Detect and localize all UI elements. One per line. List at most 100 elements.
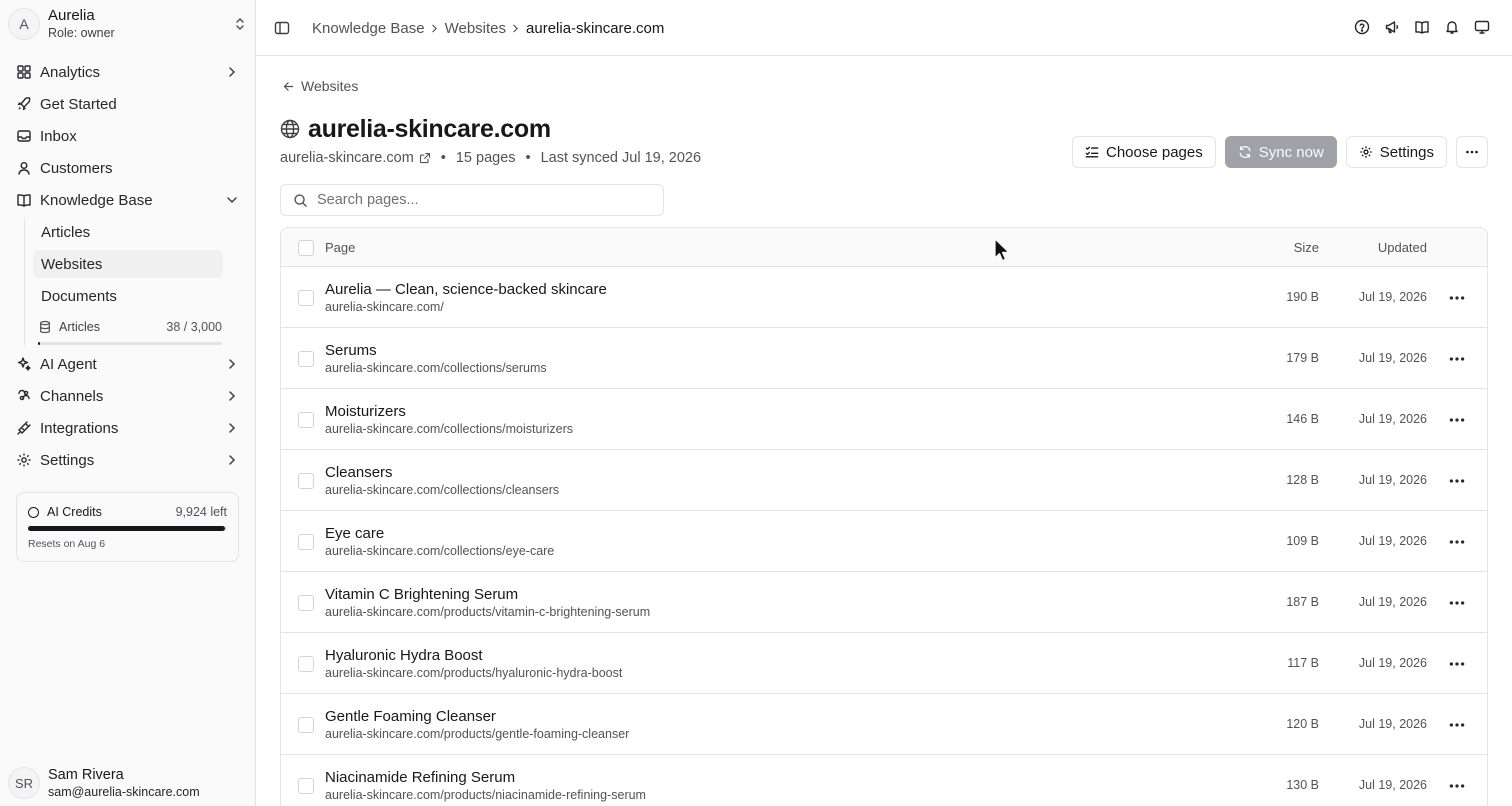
external-link-icon[interactable] xyxy=(419,152,431,164)
more-horizontal-icon[interactable] xyxy=(1447,593,1467,613)
credits-progress xyxy=(28,526,227,531)
site-meta: aurelia-skincare.com • 15 pages • Last s… xyxy=(280,149,701,167)
nav-inbox[interactable]: Inbox xyxy=(8,122,248,150)
table-row[interactable]: Niacinamide Refining Serum aurelia-skinca… xyxy=(281,755,1487,806)
book-open-icon[interactable] xyxy=(1414,19,1430,35)
search-input[interactable] xyxy=(317,192,637,208)
nav-customers[interactable]: Customers xyxy=(8,154,248,182)
breadcrumb-websites[interactable]: Websites xyxy=(445,20,506,37)
more-horizontal-icon xyxy=(1466,150,1478,154)
sidebar-toggle-icon[interactable] xyxy=(274,20,290,36)
quota-progress xyxy=(38,342,222,345)
inbox-icon xyxy=(17,130,31,142)
row-checkbox[interactable] xyxy=(298,717,314,733)
user-icon xyxy=(18,162,30,175)
chevron-right-icon xyxy=(513,24,519,32)
nav-sub-documents[interactable]: Documents xyxy=(33,282,223,310)
page-url-cell: aurelia-skincare.com/collections/serums xyxy=(325,361,547,375)
channels-icon xyxy=(18,389,30,401)
page-url-cell: aurelia-skincare.com/collections/moistur… xyxy=(325,422,573,436)
table-body: Aurelia — Clean, science-backed skincare… xyxy=(281,267,1487,806)
more-horizontal-icon[interactable] xyxy=(1447,715,1467,735)
page-size-cell: 109 B xyxy=(1286,534,1319,548)
table-row[interactable]: Aurelia — Clean, science-backed skincare… xyxy=(281,267,1487,328)
back-link[interactable]: Websites xyxy=(282,77,358,95)
nav-analytics[interactable]: Analytics xyxy=(8,58,248,86)
chevron-right-icon xyxy=(229,455,236,465)
nav-sub-articles-label: Articles xyxy=(41,223,91,241)
breadcrumb-knowledge-base[interactable]: Knowledge Base xyxy=(312,20,425,37)
nav-integrations[interactable]: Integrations xyxy=(8,414,248,442)
row-checkbox[interactable] xyxy=(298,412,314,428)
more-horizontal-icon[interactable] xyxy=(1447,776,1467,796)
breadcrumb: Knowledge Base Websites aurelia-skincare… xyxy=(312,18,664,38)
choose-pages-label: Choose pages xyxy=(1106,143,1203,161)
row-checkbox[interactable] xyxy=(298,656,314,672)
settings-button[interactable]: Settings xyxy=(1345,136,1447,168)
more-horizontal-icon[interactable] xyxy=(1447,471,1467,491)
meta-separator: • xyxy=(440,150,446,166)
user-email: sam@aurelia-skincare.com xyxy=(48,784,200,799)
table-row[interactable]: Cleansers aurelia-skincare.com/collection… xyxy=(281,450,1487,511)
row-checkbox[interactable] xyxy=(298,351,314,367)
choose-pages-button[interactable]: Choose pages xyxy=(1072,136,1216,168)
user-menu[interactable]: SR Sam Rivera sam@aurelia-skincare.com xyxy=(8,766,248,800)
chevron-right-icon xyxy=(229,391,236,401)
submenu-guide-line xyxy=(24,218,25,346)
meta-separator: • xyxy=(525,150,531,166)
megaphone-icon[interactable] xyxy=(1384,19,1400,35)
select-all-checkbox[interactable] xyxy=(298,240,314,256)
page-updated-cell: Jul 19, 2026 xyxy=(1358,595,1427,609)
table-row[interactable]: Gentle Foaming Cleanser aurelia-skincare.… xyxy=(281,694,1487,755)
row-checkbox[interactable] xyxy=(298,778,314,794)
table-row[interactable]: Eye care aurelia-skincare.com/collections… xyxy=(281,511,1487,572)
bell-icon[interactable] xyxy=(1444,19,1460,35)
table-row[interactable]: Moisturizers aurelia-skincare.com/collect… xyxy=(281,389,1487,450)
page-title-cell: Aurelia — Clean, science-backed skincare xyxy=(325,281,607,298)
nav-sub-websites[interactable]: Websites xyxy=(33,250,223,278)
workspace-name: Aurelia xyxy=(48,7,95,24)
workspace-avatar: A xyxy=(8,8,40,40)
column-page[interactable]: Page xyxy=(325,240,355,255)
help-circle-icon[interactable] xyxy=(1354,19,1370,35)
gear-icon xyxy=(1360,146,1372,158)
more-horizontal-icon[interactable] xyxy=(1447,532,1467,552)
more-horizontal-icon[interactable] xyxy=(1447,410,1467,430)
row-checkbox[interactable] xyxy=(298,595,314,611)
quota-count: 38 / 3,000 xyxy=(166,320,222,334)
more-horizontal-icon[interactable] xyxy=(1447,654,1467,674)
table-row[interactable]: Hyaluronic Hydra Boost aurelia-skincare.c… xyxy=(281,633,1487,694)
row-checkbox[interactable] xyxy=(298,534,314,550)
user-name: Sam Rivera xyxy=(48,766,124,783)
nav-analytics-label: Analytics xyxy=(40,63,101,81)
globe-icon xyxy=(280,119,300,139)
more-actions-button[interactable] xyxy=(1456,136,1488,168)
nav-get-started[interactable]: Get Started xyxy=(8,90,248,118)
more-horizontal-icon[interactable] xyxy=(1447,349,1467,369)
sync-now-button[interactable]: Sync now xyxy=(1224,136,1337,168)
page-size-cell: 130 B xyxy=(1286,778,1319,792)
nav-sub-articles[interactable]: Articles xyxy=(33,218,223,246)
top-actions xyxy=(1354,19,1490,35)
nav-ai-agent[interactable]: AI Agent xyxy=(8,350,248,378)
site-domain-link[interactable]: aurelia-skincare.com xyxy=(280,150,414,166)
more-horizontal-icon[interactable] xyxy=(1447,288,1467,308)
row-checkbox[interactable] xyxy=(298,290,314,306)
page-url-cell: aurelia-skincare.com/collections/eye-car… xyxy=(325,544,555,558)
table-row[interactable]: Serums aurelia-skincare.com/collections/s… xyxy=(281,328,1487,389)
nav-settings[interactable]: Settings xyxy=(8,446,248,474)
arrow-left-icon xyxy=(283,81,294,91)
workspace-switcher[interactable]: A Aurelia Role: owner xyxy=(8,6,248,42)
page-updated-cell: Jul 19, 2026 xyxy=(1358,717,1427,731)
grid-icon xyxy=(17,65,31,79)
sidebar: A Aurelia Role: owner Analytics Get Star… xyxy=(0,0,256,806)
column-updated[interactable]: Updated xyxy=(1378,240,1427,255)
row-checkbox[interactable] xyxy=(298,473,314,489)
table-row[interactable]: Vitamin C Brightening Serum aurelia-skinc… xyxy=(281,572,1487,633)
page-url-cell: aurelia-skincare.com/products/niacinamid… xyxy=(325,788,646,802)
top-bar: Knowledge Base Websites aurelia-skincare… xyxy=(256,0,1512,56)
monitor-icon[interactable] xyxy=(1474,19,1490,35)
nav-channels[interactable]: Channels xyxy=(8,382,248,410)
nav-knowledge-base[interactable]: Knowledge Base xyxy=(8,186,248,214)
column-size[interactable]: Size xyxy=(1294,240,1319,255)
